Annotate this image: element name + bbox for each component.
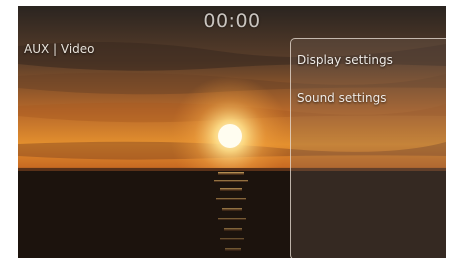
source-label: AUX | Video <box>24 42 95 56</box>
menu-item-display-settings[interactable]: Display settings <box>297 53 393 67</box>
menu-item-sound-settings[interactable]: Sound settings <box>297 91 386 105</box>
settings-menu-panel: Display settings Sound settings <box>290 38 446 258</box>
video-screen: 00:00 AUX | Video Display settings Sound… <box>18 6 446 258</box>
clock-display: 00:00 <box>203 10 261 32</box>
